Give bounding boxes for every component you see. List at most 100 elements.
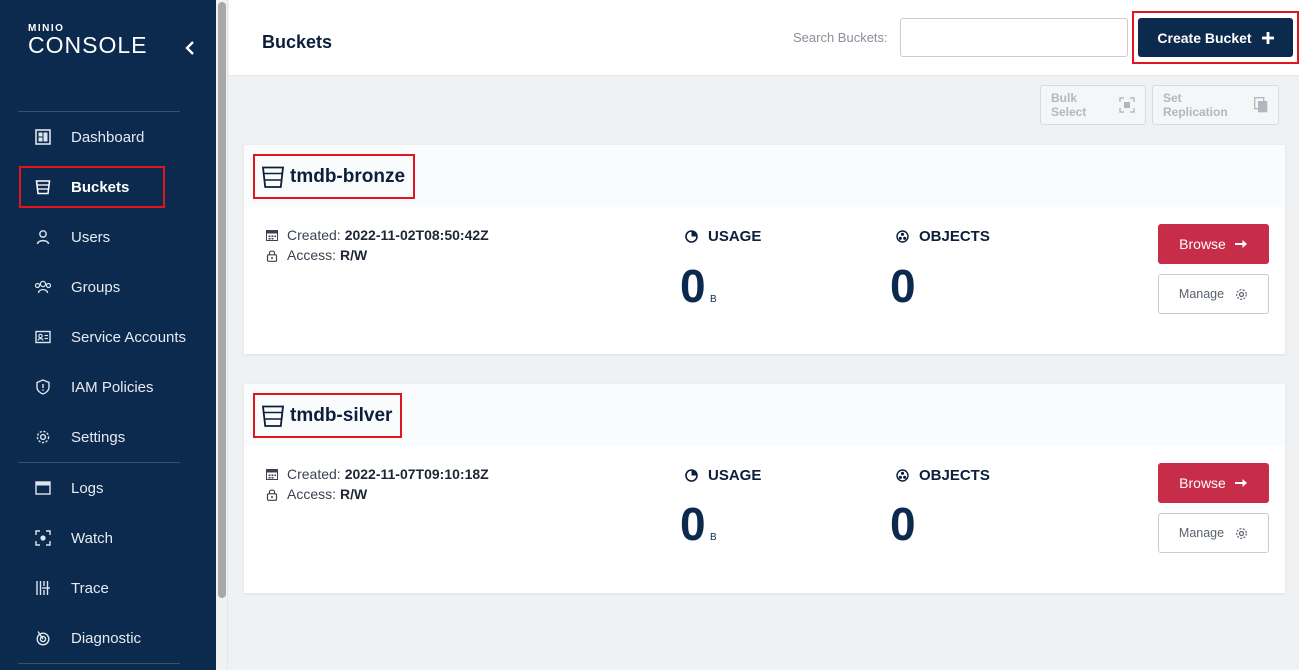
created-value: 2022-11-02T08:50:42Z — [344, 227, 489, 243]
set-replication-label: Set Replication — [1163, 91, 1228, 119]
usage-unit: B — [710, 294, 717, 305]
access-label: Access: — [287, 486, 337, 502]
page-title: Buckets — [262, 32, 333, 52]
pie-chart-icon — [685, 469, 698, 482]
sidebar-item-service-accounts[interactable]: Service Accounts — [19, 316, 189, 358]
bucket-icon — [261, 404, 285, 428]
bucket-name: tmdb-silver — [290, 404, 393, 426]
search-input[interactable] — [900, 18, 1128, 57]
sidebar-item-label: IAM Policies — [71, 378, 154, 396]
bucket-card-header: tmdb-bronze — [244, 145, 1285, 207]
user-icon — [34, 228, 52, 246]
bucket-icon — [261, 165, 285, 189]
sidebar-item-label: Trace — [71, 579, 109, 597]
sidebar-item-label: Diagnostic — [71, 629, 142, 647]
watch-icon — [34, 529, 52, 547]
copy-icon — [1254, 97, 1268, 113]
page-header: Buckets Search Buckets: Create Bucket — [229, 0, 1299, 76]
sidebar-item-users[interactable]: Users — [19, 216, 165, 258]
sidebar-item-iam-policies[interactable]: IAM Policies — [19, 366, 165, 408]
browse-label: Browse — [1179, 236, 1226, 252]
bucket-name-highlight[interactable]: tmdb-silver — [253, 393, 403, 438]
collapse-sidebar-button[interactable] — [184, 38, 200, 58]
bulk-select-label: Bulk Select — [1051, 91, 1087, 119]
objects-icon — [896, 230, 909, 243]
minio-logo[interactable]: MINIO CONSOLE — [28, 24, 148, 58]
usage-unit: B — [710, 532, 717, 543]
usage-label: USAGE — [685, 228, 761, 245]
sidebar-item-settings[interactable]: Settings — [19, 416, 165, 458]
dashboard-icon — [34, 128, 52, 146]
sidebar-item-logs[interactable]: Logs — [19, 467, 165, 509]
arrow-right-icon — [1234, 236, 1248, 252]
access-value: R/W — [340, 247, 368, 263]
usage-value: 0 — [680, 498, 706, 550]
sidebar-item-diagnostic[interactable]: Diagnostic — [19, 617, 165, 659]
objects-label: OBJECTS — [896, 228, 990, 245]
bucket-created: Created: 2022-11-07T09:10:18Z — [266, 466, 489, 482]
usage-value: 0 — [680, 260, 706, 312]
pie-chart-icon — [685, 230, 698, 243]
create-bucket-label: Create Bucket — [1157, 29, 1252, 46]
plus-icon — [1261, 31, 1274, 45]
usage-label-text: USAGE — [708, 467, 762, 484]
chevron-left-icon — [185, 41, 194, 55]
service-account-icon — [34, 328, 52, 346]
usage-label: USAGE — [685, 467, 761, 484]
sidebar-item-label: Logs — [71, 479, 104, 497]
created-label: Created: — [287, 227, 341, 243]
sidebar-item-label: Watch — [71, 529, 113, 547]
sidebar-scrollbar-thumb[interactable] — [218, 2, 226, 598]
calendar-icon — [266, 468, 278, 480]
bucket-card: tmdb-bronze Created: 2022-11-02T08:50:42… — [244, 145, 1285, 354]
created-label: Created: — [287, 466, 341, 482]
sidebar-divider — [18, 111, 180, 112]
sidebar-item-label: Dashboard — [71, 128, 145, 146]
sidebar-item-groups[interactable]: Groups — [19, 266, 165, 308]
sidebar-divider — [18, 462, 180, 463]
access-value: R/W — [340, 486, 368, 502]
gear-icon — [1235, 288, 1248, 301]
sidebar-item-buckets[interactable]: Buckets — [19, 166, 165, 208]
logs-icon — [34, 479, 52, 497]
browse-button[interactable]: Browse — [1158, 224, 1269, 264]
calendar-icon — [266, 229, 278, 241]
bucket-name-highlight[interactable]: tmdb-bronze — [253, 154, 416, 199]
diagnostic-icon — [34, 629, 52, 647]
bulk-select-button[interactable]: Bulk Select — [1040, 85, 1146, 125]
gear-icon — [1235, 527, 1248, 540]
sidebar-item-label: Groups — [71, 278, 121, 296]
bucket-icon — [34, 178, 52, 196]
objects-icon — [896, 469, 909, 482]
sidebar-item-dashboard[interactable]: Dashboard — [19, 116, 165, 158]
manage-button[interactable]: Manage — [1158, 513, 1269, 553]
objects-value: 0 — [890, 260, 916, 312]
bucket-card-header: tmdb-silver — [244, 384, 1285, 446]
set-replication-button[interactable]: Set Replication — [1152, 85, 1279, 125]
created-value: 2022-11-07T09:10:18Z — [344, 466, 489, 482]
search-label: Search Buckets: — [793, 30, 888, 45]
sidebar-item-trace[interactable]: Trace — [19, 567, 165, 609]
bucket-access: Access: R/W — [266, 247, 367, 263]
browse-button[interactable]: Browse — [1158, 463, 1269, 503]
manage-label: Manage — [1178, 526, 1225, 540]
bucket-access: Access: R/W — [266, 486, 367, 502]
objects-label: OBJECTS — [896, 467, 990, 484]
groups-icon — [34, 278, 52, 296]
sidebar-item-watch[interactable]: Watch — [19, 517, 165, 559]
manage-button[interactable]: Manage — [1158, 274, 1269, 314]
lock-icon — [266, 488, 278, 501]
trace-icon — [34, 579, 52, 597]
sidebar-divider — [18, 663, 180, 664]
access-label: Access: — [287, 247, 337, 263]
objects-label-text: OBJECTS — [919, 228, 990, 245]
sidebar-item-label: Service Accounts — [71, 328, 187, 346]
sidebar-item-label: Settings — [71, 428, 126, 446]
gear-icon — [34, 428, 52, 446]
lock-icon — [266, 249, 278, 262]
shield-icon — [34, 378, 52, 396]
create-bucket-button[interactable]: Create Bucket — [1138, 18, 1293, 57]
usage-label-text: USAGE — [708, 228, 762, 245]
brand-bottom: CONSOLE — [28, 32, 148, 58]
objects-value: 0 — [890, 498, 916, 550]
